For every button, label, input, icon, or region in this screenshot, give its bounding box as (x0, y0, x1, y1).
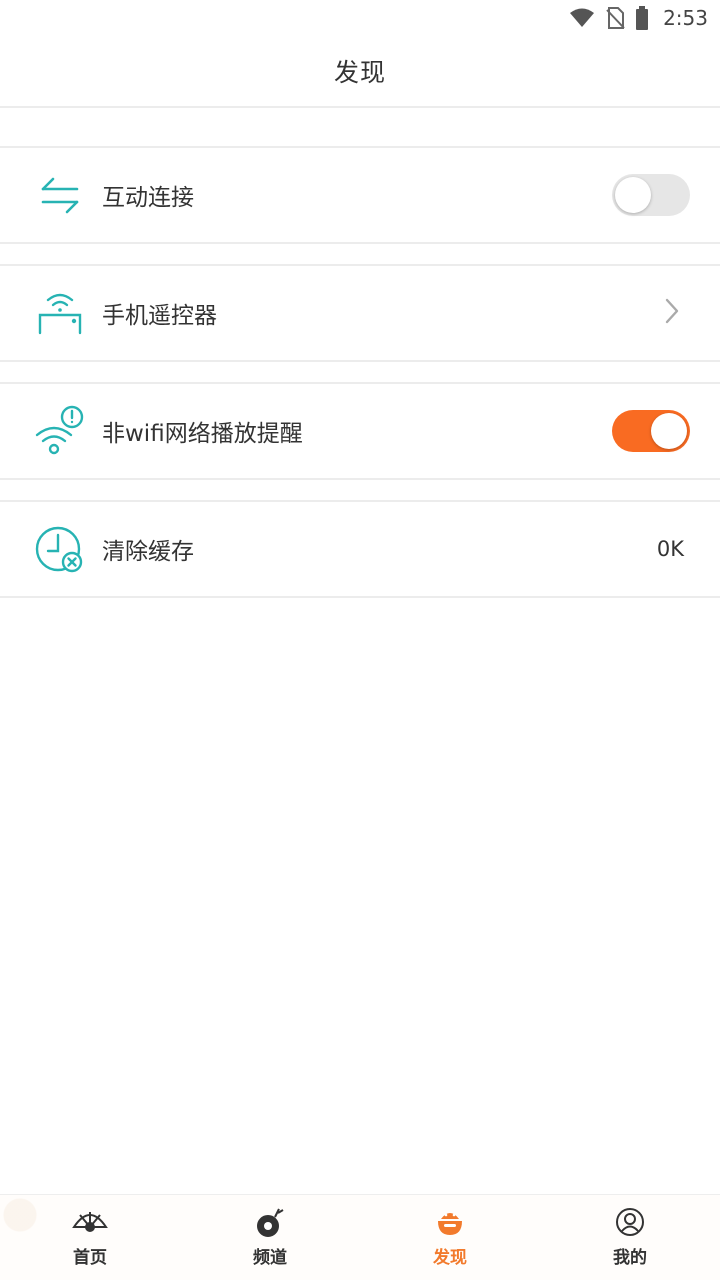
setting-label: 互动连接 (102, 185, 194, 211)
setting-label: 手机遥控器 (102, 303, 217, 329)
nav-label: 我的 (613, 1248, 647, 1268)
clock-clear-icon (34, 523, 86, 575)
nav-label: 频道 (253, 1248, 287, 1268)
nav-item-home[interactable]: 首页 (0, 1195, 180, 1280)
setting-label: 非wifi网络播放提醒 (102, 421, 303, 447)
header: 发现 (0, 36, 720, 108)
remote-wifi-icon (34, 287, 86, 339)
non-wifi-alert-toggle[interactable] (612, 410, 690, 452)
channel-icon (253, 1207, 287, 1241)
settings-list: 互动连接 手机遥控器 非wifi网络播放提醒 清除缓存 0K (0, 146, 720, 618)
nav-item-discover[interactable]: 发现 (360, 1195, 540, 1280)
setting-row-non-wifi-alert[interactable]: 非wifi网络播放提醒 (0, 382, 720, 480)
nav-item-mine[interactable]: 我的 (540, 1195, 720, 1280)
nav-item-channel[interactable]: 频道 (180, 1195, 360, 1280)
fan-home-icon (70, 1207, 110, 1241)
chevron-right-icon (664, 297, 680, 329)
battery-icon (635, 6, 649, 30)
user-icon (615, 1207, 645, 1241)
swap-arrows-icon (34, 169, 86, 221)
nav-label: 发现 (433, 1248, 467, 1268)
setting-row-interactive-connect[interactable]: 互动连接 (0, 146, 720, 244)
setting-row-phone-remote[interactable]: 手机遥控器 (0, 264, 720, 362)
wifi-alert-icon (34, 405, 86, 457)
bottom-nav: 首页 频道 发现 我的 (0, 1194, 720, 1280)
cache-size-value: 0K (656, 537, 684, 561)
discover-icon (434, 1207, 466, 1241)
screen: 2:53 发现 互动连接 手机遥控器 非wifi网络播放提醒 清除缓存 0K 首… (0, 0, 720, 1280)
status-time: 2:53 (663, 6, 708, 30)
no-sim-icon (605, 6, 625, 30)
status-bar: 2:53 (0, 0, 720, 36)
wifi-icon (569, 7, 595, 29)
toggle-knob (651, 413, 687, 449)
page-title: 发现 (333, 58, 386, 87)
toggle-knob (615, 177, 651, 213)
setting-row-clear-cache[interactable]: 清除缓存 0K (0, 500, 720, 598)
setting-label: 清除缓存 (102, 539, 194, 565)
interactive-connect-toggle[interactable] (612, 174, 690, 216)
nav-label: 首页 (73, 1248, 107, 1268)
